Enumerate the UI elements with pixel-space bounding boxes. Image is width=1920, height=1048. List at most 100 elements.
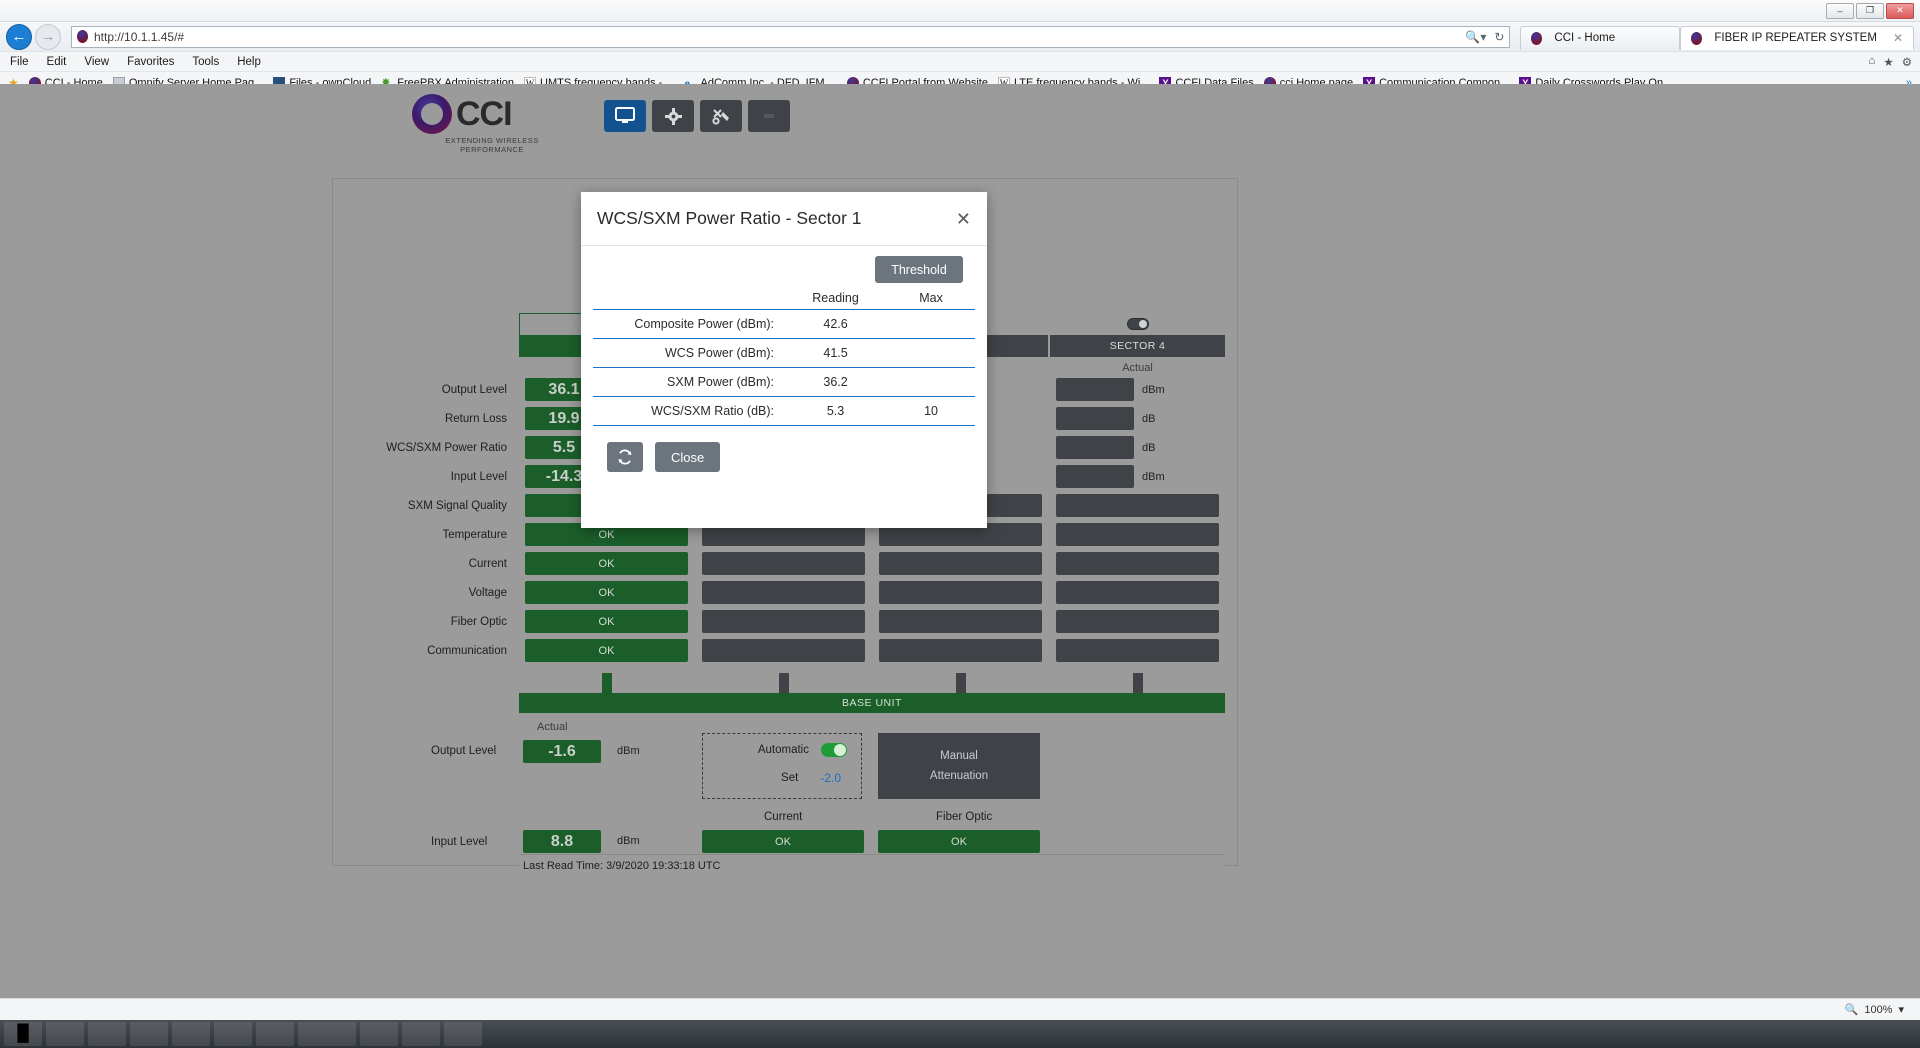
tab-close-icon[interactable]: ✕	[1883, 31, 1903, 45]
connector-column-2	[696, 673, 871, 693]
modal-close-icon[interactable]: ✕	[956, 210, 971, 228]
taskbar-item-5[interactable]	[214, 1022, 252, 1046]
status-box[interactable]	[879, 552, 1042, 575]
base-unit-output-level-value[interactable]: -1.6	[523, 740, 601, 763]
base-unit-title: BASE UNIT	[519, 693, 1225, 713]
logo-tagline: EXTENDING WIRELESS PERFORMANCE	[445, 136, 539, 154]
row-label-output-level: Output Level	[441, 383, 507, 396]
menu-view[interactable]: View	[84, 56, 109, 68]
metric-value[interactable]	[1056, 465, 1134, 488]
browser-titlebar: – ❐ ✕	[0, 0, 1920, 22]
status-box[interactable]	[879, 610, 1042, 633]
menu-help[interactable]: Help	[237, 56, 261, 68]
status-box[interactable]	[1056, 610, 1219, 633]
magnifier-icon[interactable]: 🔍	[1845, 1003, 1859, 1016]
address-bar[interactable]: http://10.1.1.45/# 🔍▾ ↻	[71, 25, 1511, 48]
menu-file[interactable]: File	[10, 56, 29, 68]
app-header: CCI EXTENDING WIRELESS PERFORMANCE	[0, 84, 1920, 199]
refresh-button[interactable]	[607, 442, 643, 472]
status-box[interactable]	[1056, 552, 1219, 575]
taskbar-start-button[interactable]: █	[4, 1022, 42, 1046]
taskbar-item-2[interactable]	[88, 1022, 126, 1046]
settings-gear-icon[interactable]: ⚙	[1902, 55, 1912, 69]
taskbar-item-10[interactable]	[444, 1022, 482, 1046]
close-button[interactable]: Close	[655, 442, 721, 472]
toolbar-tools-button[interactable]	[700, 100, 742, 132]
connector-bar	[1132, 673, 1143, 693]
status-box[interactable]	[1056, 581, 1219, 604]
close-window-button[interactable]: ✕	[1886, 2, 1914, 19]
base-unit-input-level-value[interactable]: 8.8	[523, 830, 601, 853]
search-icon[interactable]: 🔍▾	[1465, 30, 1486, 44]
favorites-star-icon[interactable]: ★	[1883, 55, 1893, 69]
automatic-attenuation-box: Automatic Set -2.0	[702, 733, 862, 799]
taskbar-item-7[interactable]	[298, 1022, 356, 1046]
status-box[interactable]	[879, 581, 1042, 604]
minimize-button[interactable]: –	[1826, 2, 1854, 19]
app-page: CCI EXTENDING WIRELESS PERFORMANCE SECTO…	[0, 84, 1920, 1020]
table-head: Reading Max	[593, 289, 975, 310]
home-icon[interactable]: ⌂	[1868, 55, 1875, 69]
taskbar-item-1[interactable]	[46, 1022, 84, 1046]
status-box[interactable]	[702, 639, 865, 662]
taskbar-item-8[interactable]	[360, 1022, 398, 1046]
connector-column-4	[1050, 673, 1225, 693]
toolbar-monitor-button[interactable]	[604, 100, 646, 132]
status-box[interactable]: OK	[525, 581, 688, 604]
menu-favorites[interactable]: Favorites	[127, 56, 174, 68]
forward-button[interactable]: →	[35, 23, 61, 50]
cell	[696, 607, 871, 636]
status-box[interactable]	[1056, 494, 1219, 517]
row-max-wcs-power	[887, 338, 975, 368]
status-box[interactable]	[1056, 523, 1219, 546]
zoom-level[interactable]: 100%	[1864, 1004, 1892, 1016]
menu-edit[interactable]: Edit	[47, 56, 67, 68]
status-box[interactable]: OK	[525, 552, 688, 575]
status-box[interactable]	[879, 639, 1042, 662]
table-row: Composite Power (dBm): 42.6	[593, 309, 975, 339]
metric-value[interactable]	[1056, 378, 1134, 401]
row-label-wcs-power: WCS Power (dBm):	[593, 338, 784, 368]
row-label-input-level: Input Level	[450, 470, 507, 483]
row-label-return-loss: Return Loss	[444, 412, 507, 425]
status-box[interactable]	[1056, 639, 1219, 662]
menubar-right-icons: ⌂ ★ ⚙	[1868, 55, 1920, 69]
status-box[interactable]: OK	[525, 639, 688, 662]
toolbar-device-button[interactable]	[748, 100, 790, 132]
status-box[interactable]: OK	[525, 610, 688, 633]
refresh-icon[interactable]: ↻	[1494, 30, 1504, 44]
status-box[interactable]	[702, 581, 865, 604]
row-label-communication: Communication	[427, 644, 507, 657]
logo-text: CCI	[456, 94, 513, 133]
tab-cci-home[interactable]: CCI - Home	[1520, 25, 1681, 50]
zoom-dropdown-icon[interactable]: ▾	[1898, 1003, 1904, 1016]
menu-tools[interactable]: Tools	[192, 56, 219, 68]
base-unit-current-status[interactable]: OK	[702, 830, 864, 853]
taskbar-item-6[interactable]	[256, 1022, 294, 1046]
metric-value[interactable]	[1056, 436, 1134, 459]
base-unit-fiber-optic-status[interactable]: OK	[878, 830, 1040, 853]
metric-value[interactable]	[1056, 407, 1134, 430]
automatic-toggle[interactable]	[821, 743, 847, 757]
back-button[interactable]: ←	[6, 23, 32, 50]
status-box[interactable]	[702, 610, 865, 633]
threshold-button[interactable]: Threshold	[875, 256, 963, 283]
status-box[interactable]	[702, 552, 865, 575]
taskbar-item-4[interactable]	[172, 1022, 210, 1046]
tab-fiber-ip-repeater-system[interactable]: FIBER IP REPEATER SYSTEM ✕	[1680, 25, 1914, 50]
cell: OK	[519, 636, 694, 665]
set-value[interactable]: -2.0	[820, 771, 841, 785]
table-header-max: Max	[919, 291, 943, 305]
cci-logo[interactable]: CCI EXTENDING WIRELESS PERFORMANCE	[412, 94, 572, 154]
toolbar-settings-button[interactable]	[652, 100, 694, 132]
maximize-button[interactable]: ❐	[1856, 2, 1884, 19]
device-icon	[761, 111, 777, 121]
taskbar-item-9[interactable]	[402, 1022, 440, 1046]
cell	[1050, 636, 1225, 665]
sector-4-toggle[interactable]	[1126, 318, 1149, 330]
windows-taskbar: █	[0, 1020, 1920, 1048]
manual-attenuation-button[interactable]: Manual Attenuation	[878, 733, 1040, 799]
address-bar-icons: 🔍▾ ↻	[1465, 30, 1504, 44]
taskbar-item-3[interactable]	[130, 1022, 168, 1046]
connector-bar	[601, 673, 612, 693]
